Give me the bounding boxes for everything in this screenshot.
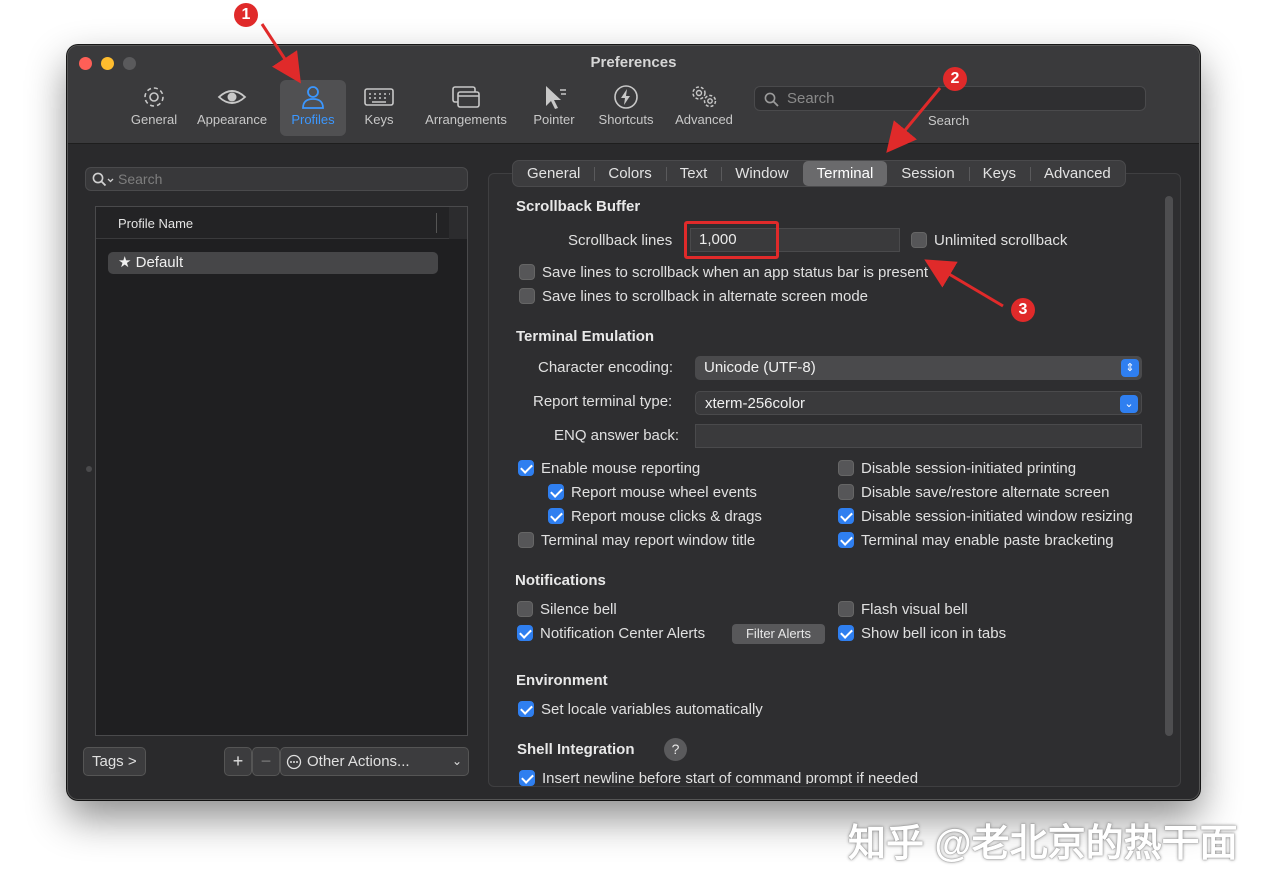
annotation-arrows bbox=[260, 23, 1004, 308]
watermark-text: 知乎 @老北京的热干面 bbox=[848, 823, 1238, 865]
annotation-badge-2: 2 bbox=[943, 67, 967, 91]
arrow-3 bbox=[924, 259, 1004, 308]
arrow-2 bbox=[886, 87, 942, 153]
annotation-badge-3: 3 bbox=[1011, 298, 1035, 322]
arrow-1 bbox=[260, 23, 301, 84]
annotation-badge-1: 1 bbox=[234, 3, 258, 27]
